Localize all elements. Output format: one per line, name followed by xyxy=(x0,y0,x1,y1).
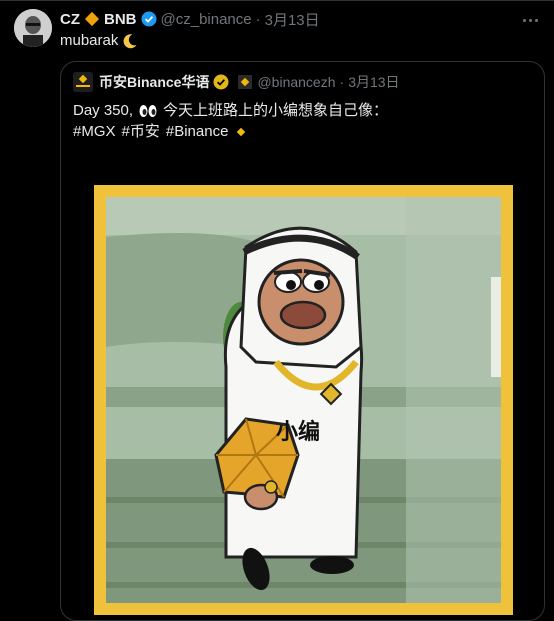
separator-dot: · xyxy=(255,10,261,28)
quoted-text-line-1: Day 350, 今天上班路上的小编想象自己像： xyxy=(73,100,388,121)
quoted-author-row: 币安Binance华语 @binancezh · 3月13日 xyxy=(73,72,400,92)
quoted-author-name[interactable]: 币安Binance华语 xyxy=(99,72,209,92)
image-caption: 小编 xyxy=(276,419,320,444)
author-name-suffix[interactable]: BNB xyxy=(104,11,137,28)
eyes-emoji-icon xyxy=(139,104,157,117)
bnb-diamond-icon xyxy=(84,11,100,27)
more-options-button[interactable] xyxy=(518,8,542,32)
timeline-divider xyxy=(0,0,554,1)
more-horizontal-icon xyxy=(522,18,526,22)
cartoon-character-image: 小编 xyxy=(106,197,501,603)
quoted-author-handle[interactable]: @binancezh xyxy=(257,74,335,90)
hashtag-binance[interactable]: #Binance xyxy=(166,121,229,142)
tweet-text-content: mubarak xyxy=(60,32,119,49)
crescent-moon-icon xyxy=(123,33,137,48)
quoted-text-line-2: #MGX #币安 #Binance xyxy=(73,121,388,142)
quoted-media-image[interactable]: 小编 xyxy=(94,185,513,615)
verified-badge-icon xyxy=(141,11,157,27)
bnb-diamond-icon xyxy=(237,127,246,136)
quoted-text-prefix: Day 350, xyxy=(73,102,134,119)
tweet-author-row: CZ BNB @cz_binance · 3月13日 xyxy=(60,9,320,29)
hashtag-binance-cn[interactable]: #币安 xyxy=(122,121,160,142)
tweet-date[interactable]: 3月13日 xyxy=(265,9,320,30)
separator-dot: · xyxy=(339,74,345,90)
cartoon-illustration: 小编 xyxy=(106,197,501,603)
author-avatar[interactable] xyxy=(14,9,52,47)
quoted-author-avatar[interactable] xyxy=(73,72,93,92)
quoted-tweet-date[interactable]: 3月13日 xyxy=(348,72,399,92)
hashtag-mgx[interactable]: #MGX xyxy=(73,121,116,142)
bnb-diamond-icon xyxy=(237,74,253,90)
quoted-tweet-card[interactable]: 币安Binance华语 @binancezh · 3月13日 Day 350, … xyxy=(60,61,545,621)
binance-logo-icon xyxy=(73,72,93,92)
author-handle[interactable]: @cz_binance xyxy=(161,11,252,28)
author-name[interactable]: CZ xyxy=(60,11,80,28)
tweet-text: mubarak xyxy=(60,32,138,49)
avatar-image xyxy=(14,9,52,47)
quoted-tweet-text: Day 350, 今天上班路上的小编想象自己像： #MGX #币安 #Binan… xyxy=(73,100,388,142)
gold-verified-badge-icon xyxy=(213,74,229,90)
quoted-text-rest: 今天上班路上的小编想象自己像： xyxy=(163,102,389,119)
